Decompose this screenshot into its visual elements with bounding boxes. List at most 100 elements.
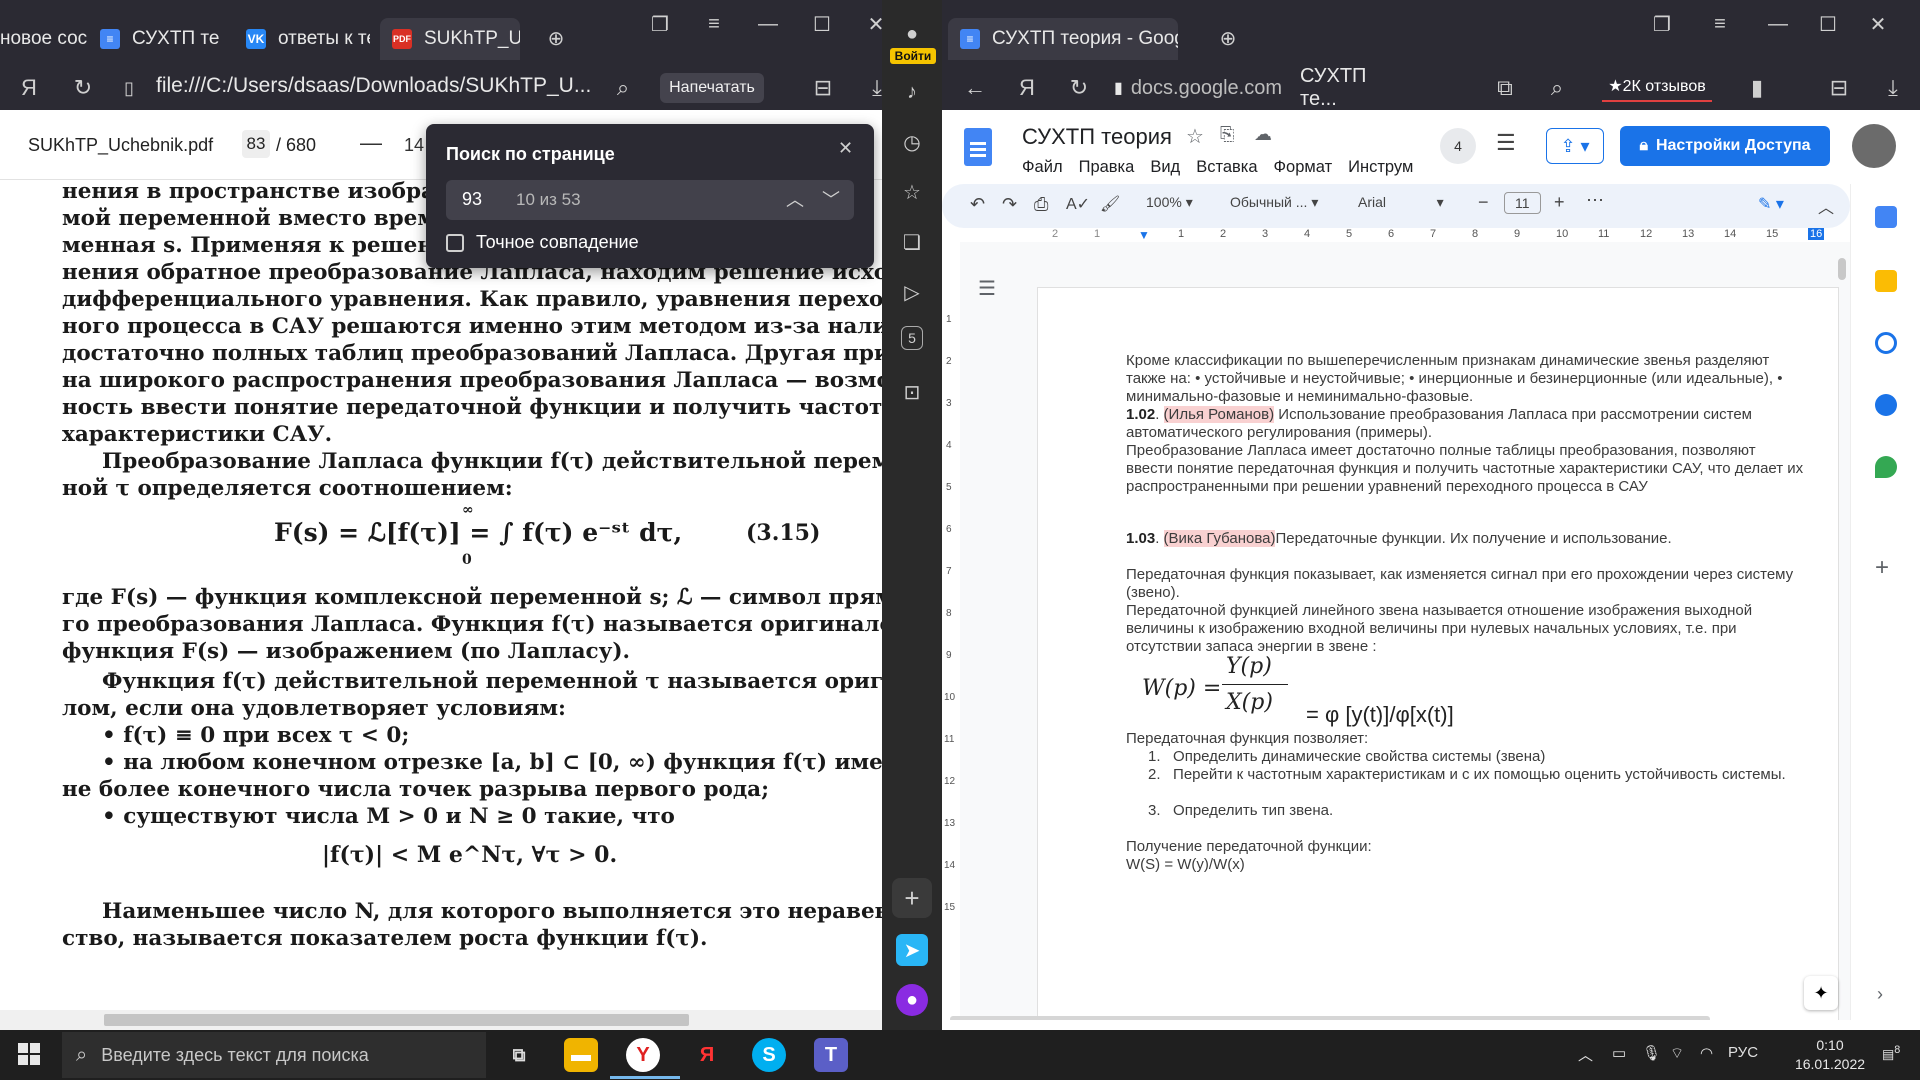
mic-icon[interactable]: 🎙︎	[1642, 1044, 1661, 1062]
taskbar-search[interactable]: ⌕ Введите здесь текст для поиска	[62, 1032, 486, 1078]
spellcheck-icon[interactable]: A✓	[1066, 194, 1090, 214]
tasks-icon[interactable]	[1875, 332, 1897, 354]
clock[interactable]: 0:10 16.01.2022	[1790, 1036, 1870, 1074]
edit-mode-icon[interactable]: ✎ ▾	[1758, 194, 1784, 214]
task-view-icon[interactable]: ⧉	[502, 1038, 536, 1072]
star-icon[interactable]: ☆	[896, 176, 928, 208]
add-panel-icon[interactable]: +	[892, 878, 932, 918]
print-button[interactable]: Напечатать	[660, 73, 764, 103]
play-icon[interactable]: ▷	[896, 276, 928, 308]
menu-icon[interactable]: ≡	[698, 8, 730, 40]
network-icon[interactable]: ⌔	[1670, 1044, 1684, 1063]
document-page[interactable]: Кроме классификации по вышеперечисленным…	[1038, 288, 1838, 1020]
bookmarks-icon[interactable]: ❐	[644, 8, 676, 40]
teams-icon[interactable]: T	[814, 1038, 848, 1072]
font-size-increase[interactable]: +	[1554, 192, 1565, 213]
collections-icon[interactable]: ❏	[896, 226, 928, 258]
zoom-search-icon[interactable]: ⌕	[606, 71, 640, 105]
collaborators-count[interactable]: 4	[1440, 128, 1476, 164]
reviews-badge[interactable]: ★2К отзывов	[1602, 72, 1712, 102]
bell-icon[interactable]: ♪	[896, 76, 928, 108]
star-icon[interactable]: ☆	[1186, 124, 1204, 149]
bookmark-icon[interactable]: ▮	[1740, 71, 1774, 105]
doc-title[interactable]: СУХТП теория	[1022, 124, 1172, 150]
screenshot-icon[interactable]: ⊡	[896, 376, 928, 408]
close-icon[interactable]: ✕	[838, 138, 853, 159]
language-indicator[interactable]: РУС	[1728, 1044, 1758, 1061]
translate-icon[interactable]: ⧉	[1488, 71, 1522, 105]
font-size-decrease[interactable]: −	[1478, 192, 1489, 213]
tab-pdf-active[interactable]: PDF SUKhTP_U ✕	[380, 18, 520, 60]
chevron-up-icon[interactable]: ︿	[1818, 194, 1834, 218]
font-select[interactable]: Arial ▾	[1358, 194, 1444, 211]
menu-tools[interactable]: Инструм	[1348, 158, 1413, 177]
skype-icon[interactable]: S	[752, 1038, 786, 1072]
collections-icon[interactable]: ⊟	[1822, 71, 1856, 105]
exact-match-checkbox[interactable]	[446, 234, 464, 252]
keep-icon[interactable]	[1875, 270, 1897, 292]
find-input[interactable]: 93 10 из 53 ︿ ﹀	[446, 180, 854, 220]
close-window-icon[interactable]: ✕	[1862, 8, 1894, 40]
start-icon[interactable]	[18, 1043, 40, 1065]
download-icon[interactable]: ⤓	[860, 71, 882, 105]
counter-icon[interactable]: 5	[901, 326, 923, 350]
avatar[interactable]	[1852, 124, 1896, 168]
alice-icon[interactable]: ●	[896, 984, 928, 1016]
meet-icon[interactable]: ▭	[1612, 1044, 1626, 1062]
messenger-icon[interactable]: ➤	[896, 934, 928, 966]
paint-format-icon[interactable]: 🖌︎	[1100, 194, 1120, 214]
login-button[interactable]: Войти	[890, 48, 936, 64]
add-addon-icon[interactable]: +	[1875, 554, 1889, 582]
undo-icon[interactable]: ↶	[970, 194, 985, 215]
new-tab-icon[interactable]: ⊕	[540, 22, 572, 54]
address-url[interactable]: ▮ docs.google.com СУХТП те...	[1114, 65, 1392, 110]
yandex-icon[interactable]: Я	[12, 71, 46, 105]
file-explorer-icon[interactable]: ▬	[564, 1038, 598, 1072]
horizontal-scrollbar[interactable]	[950, 1016, 1710, 1020]
tab-new-compose[interactable]: новое сос	[0, 18, 90, 60]
reload-icon[interactable]: ↻	[1062, 71, 1096, 105]
page-number-input[interactable]: 83	[242, 130, 270, 158]
yandex-icon[interactable]: Я	[690, 1038, 724, 1072]
chevron-down-icon[interactable]: ﹀	[822, 186, 840, 212]
chevron-up-icon[interactable]: ︿	[786, 186, 804, 212]
indent-marker-icon[interactable]: ▼	[1138, 228, 1150, 242]
share-button[interactable]: 🔒︎ Настройки Доступа	[1620, 126, 1830, 166]
menu-insert[interactable]: Вставка	[1196, 158, 1257, 177]
comments-icon[interactable]: ☰	[1496, 130, 1516, 156]
zoom-search-icon[interactable]: ⌕	[1540, 71, 1574, 105]
collections-icon[interactable]: ⊟	[806, 71, 840, 105]
menu-view[interactable]: Вид	[1150, 158, 1180, 177]
notification-icon[interactable]: ▤8	[1882, 1044, 1900, 1062]
more-icon[interactable]: ⋯	[1586, 190, 1604, 211]
download-icon[interactable]: ⤓	[1876, 71, 1910, 105]
docs-logo-icon[interactable]	[964, 128, 992, 166]
menu-file[interactable]: Файл	[1022, 158, 1063, 177]
calendar-icon[interactable]	[1875, 206, 1897, 228]
tray-chevron-icon[interactable]: ︿	[1578, 1044, 1593, 1065]
maximize-icon[interactable]: ☐	[1812, 8, 1844, 40]
address-url[interactable]: file:///C:/Users/dsaas/Downloads/SUKhTP_…	[156, 74, 656, 102]
scrollbar-thumb[interactable]	[104, 1014, 689, 1026]
move-icon[interactable]: ⎘	[1220, 124, 1234, 145]
profile-icon[interactable]: ●	[896, 18, 928, 50]
maps-icon[interactable]	[1875, 456, 1897, 478]
explore-icon[interactable]: ✦	[1804, 976, 1838, 1010]
present-button[interactable]: ⇪ ▾	[1546, 128, 1604, 164]
back-icon[interactable]: ←	[958, 71, 992, 105]
close-window-icon[interactable]: ✕	[860, 8, 882, 40]
bookmarks-icon[interactable]: ❐	[1646, 8, 1678, 40]
minimize-icon[interactable]: —	[752, 8, 784, 40]
new-tab-icon[interactable]: ⊕	[1212, 22, 1244, 54]
tab-docs[interactable]: ≡ СУХТП теория - Google ✕	[948, 18, 1178, 60]
chevron-right-icon[interactable]: ›	[1877, 984, 1883, 1005]
tab-docs-theory[interactable]: ≡ СУХТП теор	[100, 18, 220, 60]
menu-format[interactable]: Формат	[1274, 158, 1333, 177]
reload-icon[interactable]: ↻	[66, 71, 100, 105]
font-size-input[interactable]: 11	[1504, 192, 1541, 214]
pdf-horizontal-scrollbar[interactable]	[0, 1010, 882, 1030]
wifi-icon[interactable]: ◠	[1700, 1044, 1713, 1062]
yandex-browser-icon[interactable]: Y	[626, 1038, 660, 1072]
zoom-select[interactable]: 100% ▾	[1146, 194, 1193, 211]
outline-icon[interactable]: ☰	[978, 276, 996, 301]
